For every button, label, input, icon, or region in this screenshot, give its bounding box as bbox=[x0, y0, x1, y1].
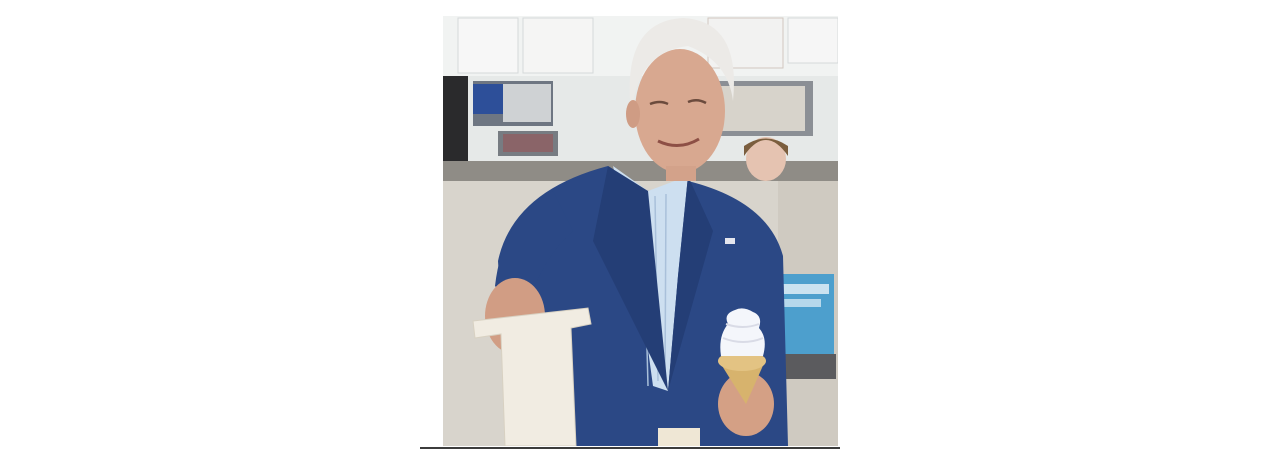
receipt-piece bbox=[658, 428, 700, 446]
photo bbox=[443, 16, 838, 446]
face bbox=[635, 49, 725, 173]
menu-board bbox=[787, 17, 838, 64]
cups bbox=[503, 84, 551, 122]
flag-pin bbox=[725, 238, 735, 244]
cups bbox=[715, 86, 805, 131]
machine-panel bbox=[503, 134, 553, 152]
machine bbox=[443, 76, 468, 161]
neck bbox=[666, 166, 696, 181]
blue-box bbox=[473, 84, 503, 114]
divider-line bbox=[420, 447, 840, 449]
promo-sign-text bbox=[781, 284, 829, 294]
ear bbox=[626, 100, 640, 128]
menu-board bbox=[457, 17, 519, 74]
promo-sign-text bbox=[781, 299, 821, 307]
menu-board bbox=[522, 17, 594, 74]
photo-image bbox=[443, 16, 838, 446]
